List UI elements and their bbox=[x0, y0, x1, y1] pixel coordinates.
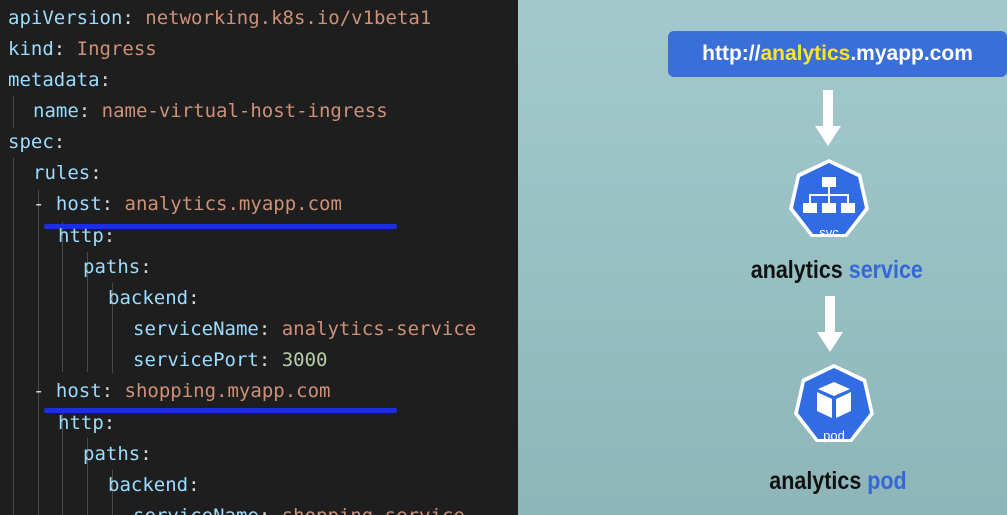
code-line-serviceport: servicePort: 3000 bbox=[133, 349, 328, 371]
code-line-host-analytics: - host: analytics.myapp.com bbox=[33, 193, 342, 215]
yaml-key: backend bbox=[108, 287, 189, 309]
yaml-key: name bbox=[33, 100, 79, 122]
service-label: analytics service bbox=[750, 256, 923, 285]
code-line-rules: rules: bbox=[33, 162, 102, 184]
code-line-backend: backend: bbox=[108, 287, 200, 309]
url-box: http://analytics.myapp.com bbox=[668, 31, 1007, 77]
url-suffix: .myapp.com bbox=[850, 42, 973, 65]
code-line-kind: kind: Ingress bbox=[8, 38, 157, 60]
yaml-key: host bbox=[55, 193, 102, 215]
yaml-key: http bbox=[58, 412, 104, 434]
routing-diagram-panel: http://analytics.myapp.com svc analytics… bbox=[518, 0, 1007, 515]
code-line-metadata: metadata: bbox=[8, 69, 111, 91]
indent-guide bbox=[13, 96, 14, 128]
service-label-name: analytics bbox=[750, 256, 843, 284]
yaml-value: Ingress bbox=[76, 38, 157, 60]
yaml-key: host bbox=[55, 380, 102, 402]
code-line-http: http: bbox=[58, 412, 116, 434]
code-line-servicename: serviceName: analytics-service bbox=[133, 318, 477, 340]
yaml-value: shopping-service bbox=[282, 505, 465, 515]
yaml-key: rules bbox=[33, 162, 91, 184]
svc-caption: svc bbox=[819, 225, 839, 240]
yaml-value: networking.k8s.io/v1beta1 bbox=[145, 7, 432, 29]
yaml-value: analytics-service bbox=[281, 318, 477, 340]
code-line-http: http: bbox=[58, 225, 116, 247]
yaml-code-panel: apiVersion: networking.k8s.io/v1beta1 ki… bbox=[0, 0, 518, 515]
indent-guide bbox=[13, 158, 14, 515]
pod-label: analytics pod bbox=[769, 467, 907, 496]
service-label-type: service bbox=[848, 256, 923, 284]
yaml-key: apiVersion bbox=[8, 7, 123, 29]
yaml-key: http bbox=[58, 225, 104, 247]
yaml-key: paths bbox=[83, 443, 141, 465]
url-host-highlight: analytics bbox=[760, 42, 851, 65]
yaml-key: metadata bbox=[8, 69, 100, 91]
down-arrow-icon bbox=[817, 296, 843, 352]
yaml-key: serviceName bbox=[133, 318, 259, 340]
indent-guide bbox=[38, 190, 39, 515]
pod-label-type: pod bbox=[867, 467, 907, 495]
code-line-spec: spec: bbox=[8, 131, 66, 153]
yaml-key: spec bbox=[8, 131, 54, 153]
down-arrow-icon bbox=[815, 90, 841, 146]
pod-label-name: analytics bbox=[769, 467, 862, 495]
yaml-value: analytics.myapp.com bbox=[124, 193, 342, 215]
yaml-key: serviceName bbox=[133, 505, 259, 515]
yaml-value: name-virtual-host-ingress bbox=[101, 100, 388, 122]
code-line-backend: backend: bbox=[108, 474, 200, 496]
code-line-servicename: serviceName: shopping-service bbox=[133, 501, 465, 515]
code-line-apiversion: apiVersion: networking.k8s.io/v1beta1 bbox=[8, 7, 432, 29]
yaml-value: shopping.myapp.com bbox=[124, 380, 331, 402]
code-line-host-shopping: - host: shopping.myapp.com bbox=[33, 380, 331, 402]
code-line-paths: paths: bbox=[83, 443, 152, 465]
yaml-key: servicePort bbox=[133, 349, 259, 371]
yaml-key: paths bbox=[83, 256, 141, 278]
url-prefix: http:// bbox=[702, 42, 761, 65]
code-line-paths: paths: bbox=[83, 256, 152, 278]
yaml-value: 3000 bbox=[281, 349, 328, 371]
yaml-key: kind bbox=[8, 38, 54, 60]
yaml-key: backend bbox=[108, 474, 189, 496]
pod-caption: pod bbox=[823, 428, 845, 443]
code-line-name: name: name-virtual-host-ingress bbox=[33, 100, 388, 122]
